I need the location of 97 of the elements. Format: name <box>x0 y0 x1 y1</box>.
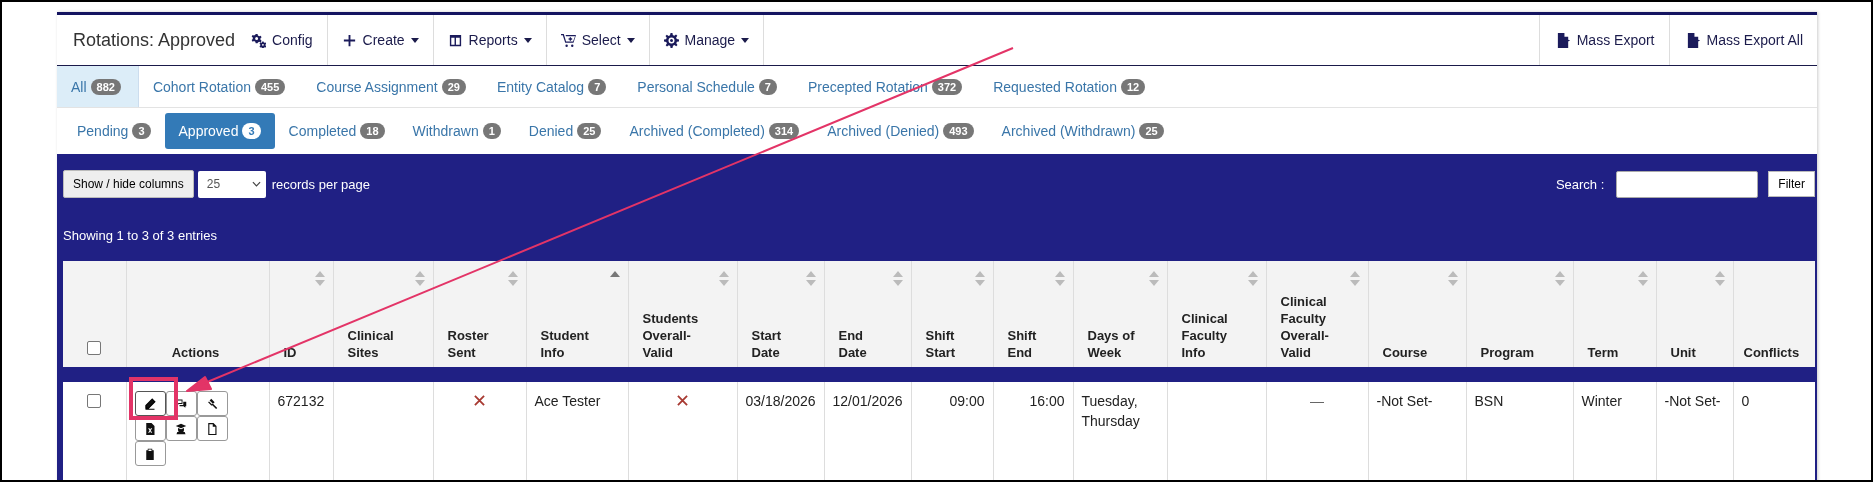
select-all-checkbox[interactable] <box>87 341 102 355</box>
plus-icon <box>341 32 357 48</box>
count-badge: 882 <box>90 78 121 95</box>
count-badge: 3 <box>242 123 261 139</box>
column-header[interactable]: Clinical Faculty Info <box>1167 261 1266 367</box>
count-badge: 7 <box>758 78 777 95</box>
table-cell: 09:00 <box>911 382 993 480</box>
count-badge: 1 <box>482 123 501 139</box>
action-button[interactable] <box>134 391 166 416</box>
filter-button[interactable]: Filter <box>1768 171 1815 197</box>
table-cell: Winter <box>1573 382 1656 480</box>
export-button[interactable]: Mass Export <box>1538 15 1669 65</box>
cart-icon <box>560 32 576 48</box>
show-hide-columns-button[interactable]: Show / hide columns <box>63 170 194 198</box>
column-header[interactable]: Students Overall-Valid <box>628 261 737 367</box>
count-badge: 25 <box>1139 123 1164 139</box>
count-badge: 3 <box>132 123 151 139</box>
menu-button[interactable]: Manage <box>649 15 765 65</box>
menu-button[interactable]: Reports <box>433 15 547 65</box>
cross-icon <box>474 395 485 406</box>
clipboard-icon <box>144 447 156 460</box>
count-badge: 493 <box>943 123 974 139</box>
count-badge: 12 <box>1120 78 1146 95</box>
status-tab[interactable]: Archived (Completed) 314 <box>615 113 814 149</box>
column-header[interactable]: Start Date <box>737 261 824 367</box>
category-tab[interactable]: Course Assignment 29 <box>302 66 483 107</box>
excel-icon <box>144 422 156 435</box>
export-button[interactable]: Mass Export All <box>1668 15 1817 65</box>
status-tab[interactable]: Pending 3 <box>63 113 165 149</box>
row-checkbox[interactable] <box>87 394 102 408</box>
count-badge: 372 <box>931 78 963 95</box>
table-cell: BSN <box>1466 382 1573 480</box>
page-title: Rotations: Approved <box>72 28 237 52</box>
action-button[interactable] <box>134 441 166 466</box>
category-tab[interactable]: Requested Rotation 12 <box>979 66 1163 107</box>
category-tab[interactable]: All 882 <box>57 66 139 107</box>
action-button[interactable] <box>196 416 228 441</box>
table-cell: -Not Set- <box>1368 382 1466 480</box>
table-cell: -Not Set- <box>1656 382 1733 480</box>
column-header[interactable]: Unit <box>1656 261 1733 367</box>
columns-icon <box>447 32 463 48</box>
edit-icon <box>144 397 156 410</box>
action-button[interactable] <box>196 391 228 416</box>
count-badge: 314 <box>768 123 800 139</box>
column-header[interactable]: Clinical Faculty Overall-Valid <box>1266 261 1368 367</box>
graduate-icon <box>175 422 187 435</box>
file-icon <box>206 422 218 435</box>
menu-button[interactable]: Select <box>546 15 650 65</box>
page-size-select[interactable]: 25 <box>197 170 266 198</box>
table-cell: Ace Tester <box>526 382 628 480</box>
table-cell: 672132 <box>269 382 333 480</box>
status-tab[interactable]: Archived (Withdrawn) 25 <box>987 113 1178 149</box>
search-field[interactable] <box>1616 170 1759 198</box>
highlight-frame <box>129 377 178 420</box>
category-tab[interactable]: Entity Catalog 7 <box>483 66 624 107</box>
table-cell: 12/01/2026 <box>824 382 911 480</box>
column-header[interactable]: Shift Start <box>911 261 993 367</box>
status-tab[interactable]: Withdrawn 1 <box>398 113 515 149</box>
count-badge: 18 <box>360 123 385 139</box>
column-header[interactable]: Program <box>1466 261 1573 367</box>
menu-button[interactable]: Create <box>327 15 434 65</box>
records-per-page-label: records per page <box>271 176 370 192</box>
table-cell: 0 <box>1733 382 1815 480</box>
count-badge: 7 <box>588 78 607 95</box>
dash-mark: — <box>1310 393 1324 409</box>
column-header[interactable]: Actions <box>126 261 269 367</box>
column-header[interactable]: End Date <box>824 261 911 367</box>
status-tab[interactable]: Denied 25 <box>514 113 616 149</box>
file-export-icon <box>1555 32 1571 48</box>
category-tab[interactable]: Cohort Rotation 455 <box>138 66 303 107</box>
gears-icon <box>251 32 267 48</box>
table-cell: 03/18/2026 <box>737 382 824 480</box>
count-badge: 29 <box>441 78 466 95</box>
column-header[interactable]: Shift End <box>993 261 1073 367</box>
cross-icon <box>677 395 688 406</box>
category-tab[interactable]: Personal Schedule 7 <box>623 66 794 107</box>
count-badge: 25 <box>577 123 602 139</box>
column-header[interactable]: Conflicts <box>1733 261 1815 367</box>
status-tab[interactable]: Approved 3 <box>164 113 275 149</box>
column-header[interactable]: Days of Week <box>1073 261 1167 367</box>
search-label: Search : <box>1555 176 1605 192</box>
status-tab[interactable]: Completed 18 <box>274 113 399 149</box>
column-header[interactable]: Term <box>1573 261 1656 367</box>
column-header[interactable]: Roster Sent <box>433 261 526 367</box>
gavel-icon <box>206 397 218 410</box>
column-header[interactable]: Course <box>1368 261 1466 367</box>
column-header[interactable]: Clinical Sites <box>333 261 433 367</box>
count-badge: 455 <box>255 78 286 95</box>
entries-info: Showing 1 to 3 of 3 entries <box>63 228 218 245</box>
gear-icon <box>663 32 679 48</box>
menu-button[interactable]: Config <box>251 15 328 65</box>
column-header[interactable]: Student Info <box>526 261 628 367</box>
file-export-icon <box>1685 32 1701 48</box>
chevron-down-icon <box>251 181 261 187</box>
table-cell: Tuesday, Thursday <box>1073 382 1167 480</box>
table-cell: 16:00 <box>993 382 1073 480</box>
status-tab[interactable]: Archived (Denied) 493 <box>813 113 988 149</box>
